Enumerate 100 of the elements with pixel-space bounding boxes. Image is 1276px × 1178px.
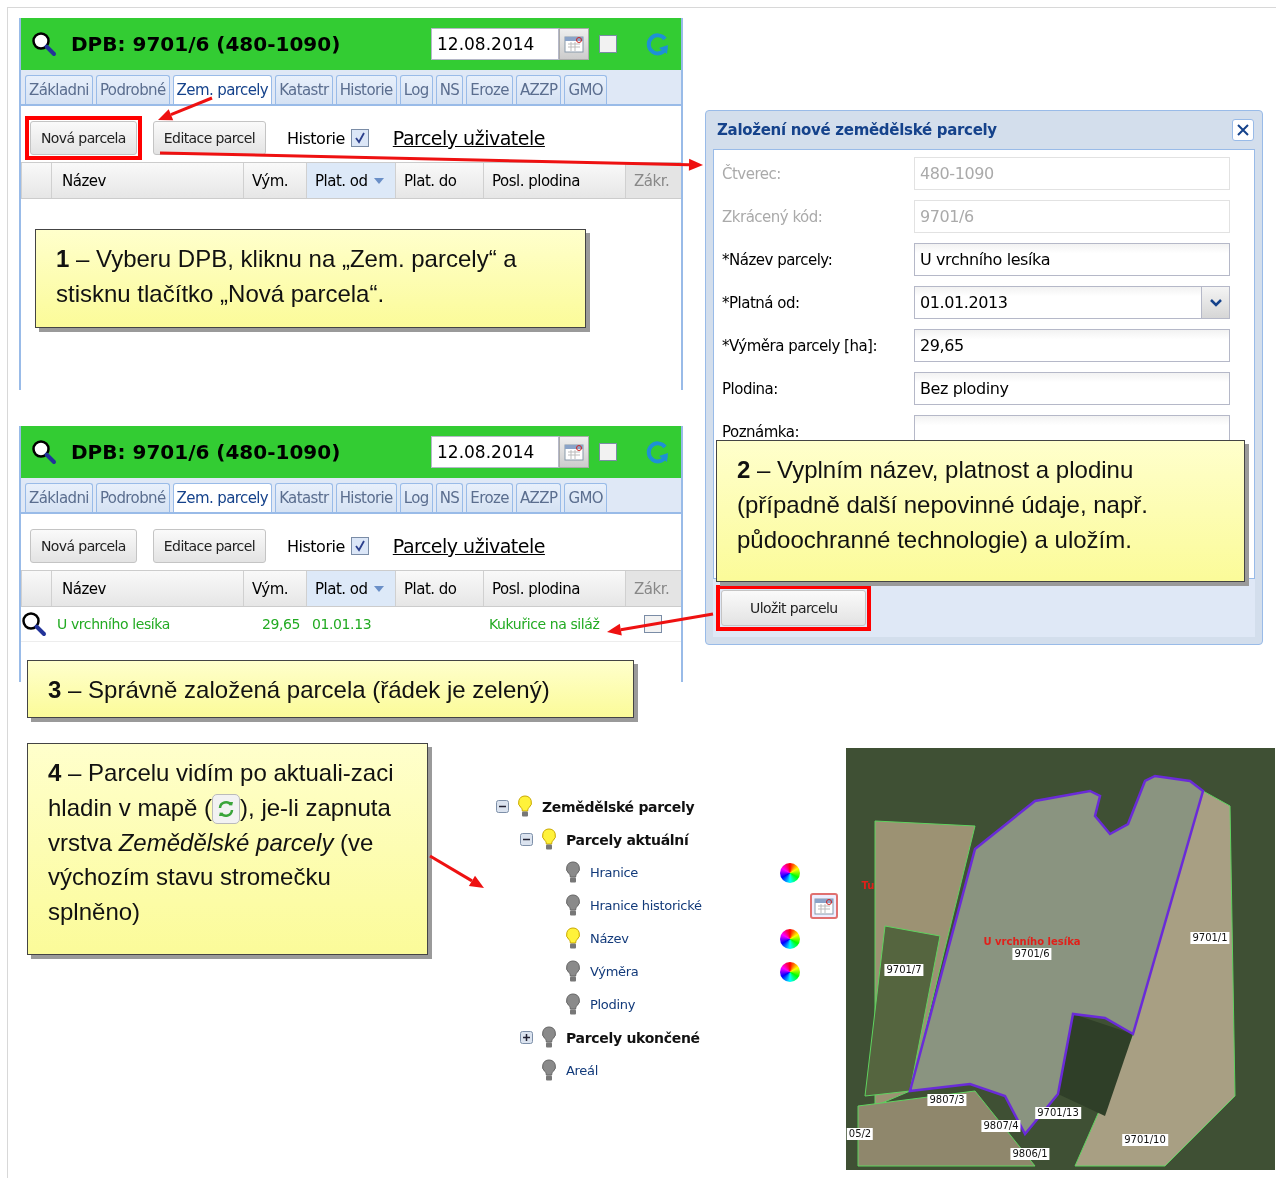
save-button[interactable]: Uložit parcelu [721, 590, 867, 626]
calendar-icon [564, 35, 584, 53]
lightbulb-icon[interactable] [541, 1025, 557, 1050]
tab[interactable]: Historie [335, 483, 397, 512]
column-header[interactable]: Plat. do [395, 163, 483, 198]
calendar-button[interactable] [559, 436, 589, 468]
expand-icon[interactable] [519, 1031, 533, 1044]
column-header[interactable]: Plat. od [306, 163, 395, 198]
layer-label[interactable]: Výměra [590, 964, 639, 979]
close-button[interactable] [1232, 119, 1254, 141]
lightbulb-icon[interactable] [565, 926, 581, 951]
arrow [158, 96, 213, 121]
calendar-button[interactable] [559, 28, 589, 60]
layer-label[interactable]: Areál [566, 1063, 599, 1078]
toolbar-button[interactable]: Nová parcela [30, 121, 137, 155]
input-field[interactable]: 29,65 [914, 329, 1230, 362]
tab[interactable]: Katastr [275, 483, 333, 512]
layer-label[interactable]: Parcely ukončené [566, 1029, 700, 1046]
panel-title: DPB: 9701/6 (480-1090) [71, 440, 342, 464]
user-parcels-link[interactable]: Parcely uživatele [392, 535, 545, 557]
lightbulb-icon[interactable] [565, 860, 581, 885]
input-field[interactable]: U vrchního lesíka [914, 243, 1230, 276]
dialog-title: Založení nové zemědělské parcely [717, 121, 997, 139]
column-header[interactable]: Název [51, 163, 243, 198]
parcel-number-label: 9701/1 [1190, 932, 1230, 944]
date-select[interactable]: 01.01.2013 [914, 286, 1230, 319]
history-checkbox[interactable] [350, 129, 369, 147]
tab[interactable]: Eroze [466, 75, 513, 104]
lightbulb-icon[interactable] [541, 1058, 557, 1083]
parcel-number-label: 9701/7 [884, 964, 924, 976]
layer-label[interactable]: Hranice [590, 865, 638, 880]
toolbar-button[interactable]: Nová parcela [30, 529, 137, 563]
tab[interactable]: AZZP [515, 483, 562, 512]
layer-label[interactable]: Parcely aktuální [566, 831, 689, 848]
tab[interactable]: AZZP [515, 75, 562, 104]
field-label: Zkrácený kód: [722, 207, 824, 226]
panel-title: DPB: 9701/6 (480-1090) [71, 32, 342, 56]
field-label: *Výměra parcely [ha]: [722, 336, 878, 355]
column-header[interactable]: Plat. do [395, 571, 483, 606]
date-field[interactable]: 12.08.2014 [431, 28, 559, 60]
field-label: Plodina: [722, 379, 779, 398]
lightbulb-icon[interactable] [517, 794, 533, 819]
history-label: Historie [287, 536, 345, 556]
tab[interactable]: Zem. parcely [172, 75, 273, 104]
column-header[interactable]: Název [51, 571, 243, 606]
parcel-number-label: 9807/3 [927, 1094, 967, 1106]
tab[interactable]: Log [399, 483, 433, 512]
column-header[interactable]: Plat. od [306, 571, 395, 606]
lightbulb-icon[interactable] [565, 992, 581, 1017]
parcel-number-label: 9806/1 [1010, 1148, 1050, 1160]
toolbar-button[interactable]: Editace parcel [152, 529, 267, 563]
lightbulb-icon[interactable] [565, 893, 581, 918]
layer-label[interactable]: Plodiny [590, 997, 636, 1012]
table-cell-text: U vrchního lesíka [56, 616, 171, 632]
lightbulb-icon[interactable] [565, 959, 581, 984]
layer-label[interactable]: Zemědělské parcely [542, 798, 695, 815]
color-wheel-icon[interactable] [780, 928, 800, 949]
tab[interactable]: Podrobné [95, 75, 170, 104]
checkbox[interactable] [599, 35, 617, 53]
calendar-icon[interactable] [810, 892, 838, 919]
callout-text: 4 – Parcelu vidím po aktuali-zaci hladin v mapě ( ), je-li zapnuta vrstva Zemědělské parcely (ve výchozím stavu stromečku splněno) [48, 758, 395, 928]
toolbar-button[interactable]: Editace parcel [152, 121, 267, 155]
layer-label[interactable]: Hranice historické [590, 898, 702, 913]
tab[interactable]: NS [435, 75, 464, 104]
tab[interactable]: GMO [564, 75, 607, 104]
tab[interactable]: GMO [564, 483, 607, 512]
date-field[interactable]: 12.08.2014 [431, 436, 559, 468]
lightbulb-icon[interactable] [541, 827, 557, 852]
table-cell-text: 29,65 [260, 616, 301, 632]
collapse-icon[interactable] [495, 800, 509, 813]
tab[interactable]: NS [435, 483, 464, 512]
history-label: Historie [287, 128, 345, 148]
tab[interactable]: Podrobné [95, 483, 170, 512]
parcel-number-label: 05/2 [846, 1128, 874, 1140]
layer-label[interactable]: Název [590, 931, 629, 946]
tab[interactable]: Zem. parcely [172, 483, 273, 512]
map-name-label: Tu [861, 881, 875, 891]
aerial-map[interactable]: U vrchního lesíka 9701/6 9701/7 9701/1 9807/3 9807/4 9701/13 9701/10 9806/1 05/2 Tu [846, 748, 1275, 1170]
field-label: *Platná od: [722, 293, 801, 312]
user-parcels-link[interactable]: Parcely uživatele [392, 127, 545, 149]
checkbox[interactable] [599, 443, 617, 461]
collapse-icon[interactable] [519, 833, 533, 846]
table-cell-text: 01.01.13 [311, 616, 373, 632]
input-field[interactable]: Bez plodiny [914, 372, 1230, 405]
tab[interactable]: Základni [25, 75, 93, 104]
parcel-number-label: 9701/10 [1122, 1134, 1168, 1146]
tab[interactable]: Historie [335, 75, 397, 104]
search-icon[interactable] [31, 31, 57, 57]
color-wheel-icon[interactable] [780, 862, 800, 883]
field-label: Poznámka: [722, 422, 801, 441]
field-label: Čtverec: [722, 164, 782, 183]
tab[interactable]: Eroze [466, 483, 513, 512]
history-checkbox[interactable] [350, 537, 369, 555]
chevron-down-icon [1209, 298, 1222, 307]
search-icon[interactable] [21, 611, 47, 637]
tab[interactable]: Log [399, 75, 433, 104]
tab[interactable]: Základni [25, 483, 93, 512]
search-icon[interactable] [31, 439, 57, 465]
color-wheel-icon[interactable] [780, 961, 800, 982]
tab[interactable]: Katastr [275, 75, 333, 104]
